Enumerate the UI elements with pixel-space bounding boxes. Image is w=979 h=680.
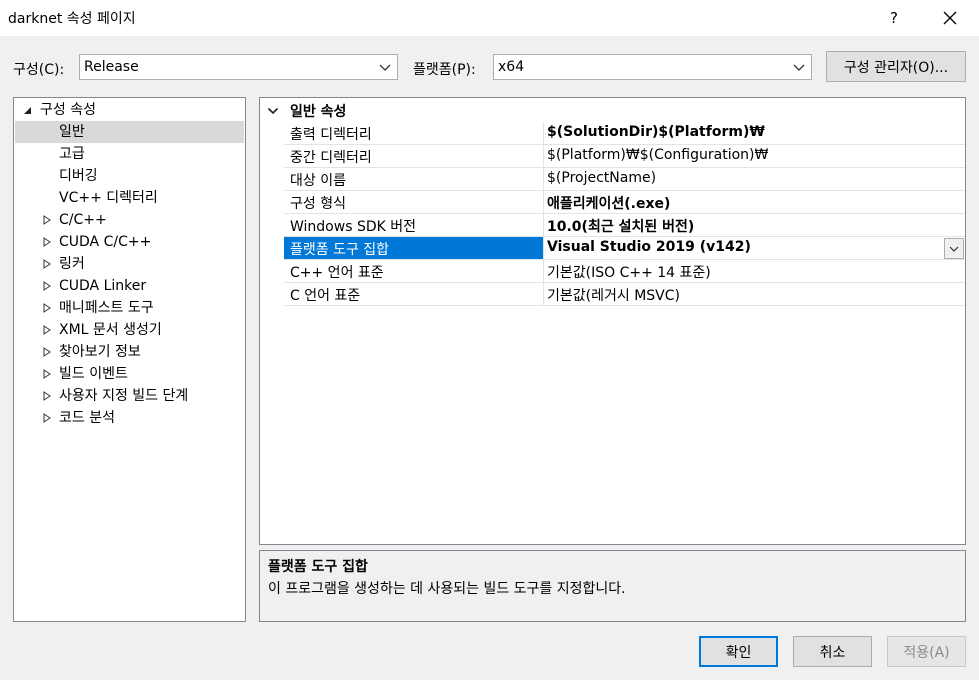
chevron-down-icon xyxy=(267,107,279,115)
description-title: 플랫폼 도구 집합 xyxy=(268,559,368,575)
toolset-dropdown-button[interactable] xyxy=(944,238,964,259)
close-icon xyxy=(943,11,957,25)
expand-triangle-icon xyxy=(43,259,51,269)
title-bar xyxy=(0,0,979,36)
tree-item-label: 빌드 이벤트 xyxy=(59,366,128,382)
configuration-select[interactable]: Release xyxy=(79,54,398,80)
tree-item-cuda-linker[interactable]: CUDA Linker xyxy=(14,275,245,297)
tree-item-custom-build-step[interactable]: 사용자 지정 빌드 단계 xyxy=(14,385,245,407)
tree-item-label: CUDA C/C++ xyxy=(59,234,152,250)
property-row-output-dir[interactable]: 출력 디렉터리 $(SolutionDir)$(Platform)₩ xyxy=(260,122,965,145)
property-name: 대상 이름 xyxy=(290,173,346,189)
property-tree: 구성 속성 일반 고급 디버깅 VC++ 디렉터리 C/C++ CUDA C/C… xyxy=(13,97,246,622)
tree-item-label: 코드 분석 xyxy=(59,410,115,426)
tree-item-xml-doc-generator[interactable]: XML 문서 생성기 xyxy=(14,319,245,341)
property-value: $(ProjectName) xyxy=(547,170,657,186)
tree-item-manifest-tool[interactable]: 매니페스트 도구 xyxy=(14,297,245,319)
expand-triangle-icon xyxy=(43,303,51,313)
configuration-label: 구성(C): xyxy=(13,62,65,78)
tree-item-label: C/C++ xyxy=(59,212,107,228)
tree-item-label: VC++ 디렉터리 xyxy=(59,190,158,206)
tree-item-label: 디버깅 xyxy=(59,168,98,184)
property-row-windows-sdk[interactable]: Windows SDK 버전 10.0(최근 설치된 버전) xyxy=(260,214,965,237)
property-value: 기본값(ISO C++ 14 표준) xyxy=(547,265,711,281)
property-row-c-language-standard[interactable]: C 언어 표준 기본값(레거시 MSVC) xyxy=(260,283,965,306)
tree-item-label: 링커 xyxy=(59,256,85,272)
close-button[interactable] xyxy=(933,4,967,32)
tree-item-browse-info[interactable]: 찾아보기 정보 xyxy=(14,341,245,363)
property-name: Windows SDK 버전 xyxy=(290,219,417,235)
tree-item-build-events[interactable]: 빌드 이벤트 xyxy=(14,363,245,385)
expand-triangle-icon xyxy=(43,215,51,225)
expand-triangle-icon xyxy=(43,237,51,247)
help-button[interactable]: ? xyxy=(877,4,911,32)
expand-triangle-icon xyxy=(43,347,51,357)
tree-item-advanced[interactable]: 고급 xyxy=(14,143,245,165)
property-name: 출력 디렉터리 xyxy=(290,127,372,143)
tree-item-label: 사용자 지정 빌드 단계 xyxy=(59,388,189,404)
tree-item-label: 일반 xyxy=(59,124,85,140)
cancel-button[interactable]: 취소 xyxy=(793,636,872,667)
tree-item-debugging[interactable]: 디버깅 xyxy=(14,165,245,187)
property-value: Visual Studio 2019 (v142) xyxy=(547,239,751,255)
tree-item-label: 고급 xyxy=(59,146,85,162)
platform-select[interactable]: x64 xyxy=(493,54,812,80)
tree-item-vc-directories[interactable]: VC++ 디렉터리 xyxy=(14,187,245,209)
ok-button[interactable]: 확인 xyxy=(699,636,778,667)
property-value: 기본값(레거시 MSVC) xyxy=(547,288,680,304)
tree-item-cuda-cpp[interactable]: CUDA C/C++ xyxy=(14,231,245,253)
property-row-intermediate-dir[interactable]: 중간 디렉터리 $(Platform)₩$(Configuration)₩ xyxy=(260,145,965,168)
property-value: $(SolutionDir)$(Platform)₩ xyxy=(547,124,765,140)
property-name: 구성 형식 xyxy=(290,196,346,212)
tree-item-label: 찾아보기 정보 xyxy=(59,344,141,360)
property-value: 10.0(최근 설치된 버전) xyxy=(547,219,695,235)
tree-item-label: 매니페스트 도구 xyxy=(59,300,154,316)
property-name: C++ 언어 표준 xyxy=(290,265,384,281)
property-value: 애플리케이션(.exe) xyxy=(547,196,671,212)
apply-button[interactable]: 적용(A) xyxy=(887,636,966,667)
tree-item-linker[interactable]: 링커 xyxy=(14,253,245,275)
property-row-configuration-type[interactable]: 구성 형식 애플리케이션(.exe) xyxy=(260,191,965,214)
property-name: 플랫폼 도구 집합 xyxy=(290,242,390,258)
property-row-platform-toolset[interactable]: 플랫폼 도구 집합 Visual Studio 2019 (v142) xyxy=(260,237,965,260)
platform-label: 플랫폼(P): xyxy=(413,62,476,78)
configuration-manager-button[interactable]: 구성 관리자(O)... xyxy=(826,51,966,82)
window-title: darknet 속성 페이지 xyxy=(8,11,136,27)
property-value: $(Platform)₩$(Configuration)₩ xyxy=(547,147,769,163)
property-row-target-name[interactable]: 대상 이름 $(ProjectName) xyxy=(260,168,965,191)
chevron-down-icon xyxy=(793,64,805,71)
tree-item-label: 구성 속성 xyxy=(40,102,96,118)
description-panel: 플랫폼 도구 집합 이 프로그램을 생성하는 데 사용되는 빌드 도구를 지정합… xyxy=(259,550,966,622)
expand-triangle-icon xyxy=(43,325,51,335)
tree-item-root[interactable]: 구성 속성 xyxy=(14,99,245,121)
expand-triangle-icon xyxy=(43,413,51,423)
expand-triangle-icon xyxy=(43,391,51,401)
tree-item-label: XML 문서 생성기 xyxy=(59,322,162,338)
tree-item-code-analysis[interactable]: 코드 분석 xyxy=(14,407,245,429)
property-name: C 언어 표준 xyxy=(290,288,361,304)
expand-triangle-icon xyxy=(43,281,51,291)
expand-triangle-icon xyxy=(43,369,51,379)
description-text: 이 프로그램을 생성하는 데 사용되는 빌드 도구를 지정합니다. xyxy=(268,581,626,597)
tree-item-general[interactable]: 일반 xyxy=(15,121,244,143)
collapse-triangle-icon xyxy=(24,107,31,114)
configuration-value: Release xyxy=(84,59,139,75)
chevron-down-icon xyxy=(949,246,959,252)
tree-item-label: CUDA Linker xyxy=(59,278,147,294)
tree-item-cpp[interactable]: C/C++ xyxy=(14,209,245,231)
property-name: 중간 디렉터리 xyxy=(290,150,372,166)
chevron-down-icon xyxy=(379,64,391,71)
category-label: 일반 속성 xyxy=(290,104,347,120)
property-grid: 일반 속성 출력 디렉터리 $(SolutionDir)$(Platform)₩… xyxy=(259,97,966,545)
property-row-cpp-language-standard[interactable]: C++ 언어 표준 기본값(ISO C++ 14 표준) xyxy=(260,260,965,283)
platform-value: x64 xyxy=(498,59,525,75)
category-row[interactable]: 일반 속성 xyxy=(260,99,965,122)
